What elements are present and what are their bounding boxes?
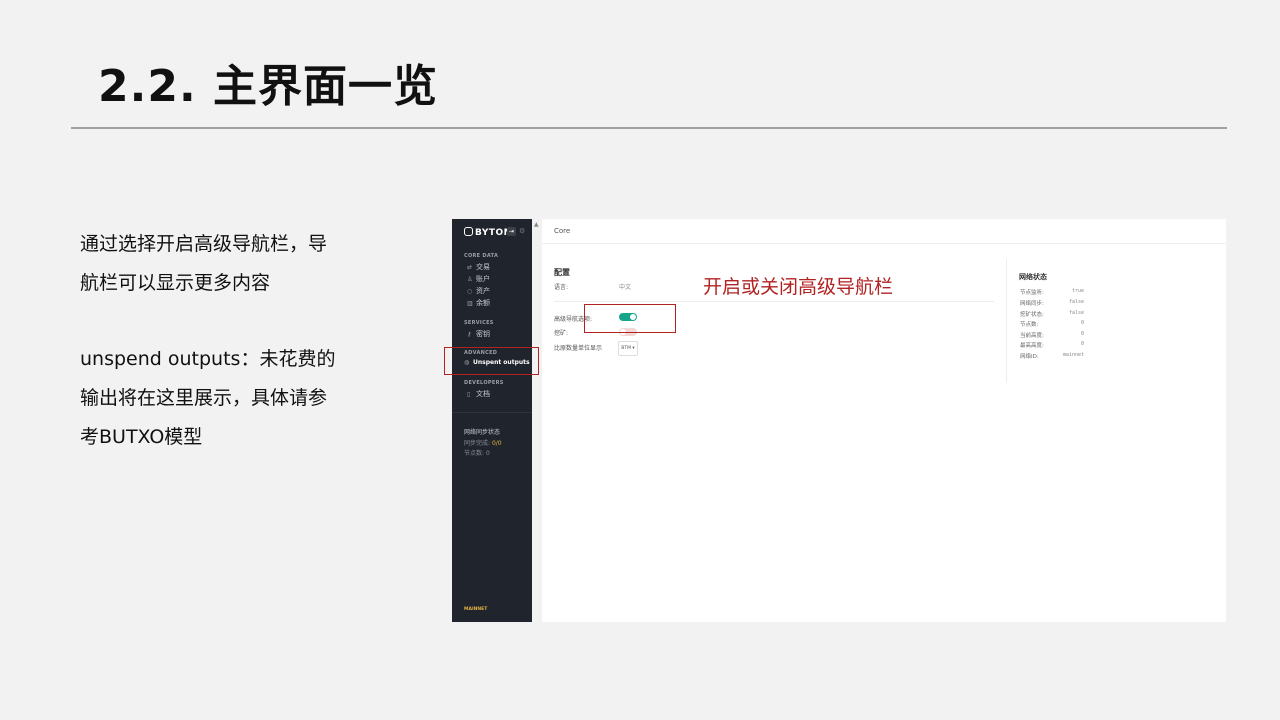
sidebar-item-balance[interactable]: ▥ 余额: [467, 298, 490, 308]
row-key: 节点监听:: [1020, 290, 1044, 296]
sidebar-scrollbar[interactable]: ▲: [532, 219, 542, 622]
unit-select[interactable]: BTM ▾: [618, 341, 638, 356]
language-label: 语言:: [554, 284, 569, 291]
network-status-row: 挖矿状态: false: [1020, 310, 1084, 320]
network-status-row: 最高高度: 0: [1020, 341, 1084, 351]
row-key: 网络ID:: [1020, 354, 1039, 360]
highlight-unspent-outputs: [444, 347, 539, 375]
row-key: 最高高度:: [1020, 343, 1044, 349]
sidebar-item-label: 余额: [476, 299, 490, 307]
scroll-up-icon[interactable]: ▲: [534, 221, 539, 228]
sidebar: BYTOM ⇥ ⚙ CORE DATA ⇄ 交易 ♙ 账户 ○ 资产 ▥ 余额 SERV…: [452, 219, 532, 622]
sidebar-item-label: 密钥: [476, 330, 490, 338]
network-status-row: 当前高度: 0: [1020, 331, 1084, 341]
description-unspent-outputs: unspend outputs：未花费的 输出将在这里展示，具体请参 考BUTX…: [80, 340, 400, 457]
sidebar-item-label: 账户: [476, 275, 490, 283]
circle-icon: ○: [467, 288, 473, 295]
sidebar-item-label: 文档: [476, 390, 490, 398]
collapse-icon[interactable]: ⇥: [507, 227, 516, 236]
sync-peers-label: 节点数:: [464, 450, 485, 457]
network-status-row: 网络ID: mainnet: [1020, 352, 1084, 362]
description-line: 输出将在这里展示，具体请参: [80, 387, 328, 409]
description-line: 考BUTXO模型: [80, 426, 203, 448]
sidebar-divider: [452, 412, 532, 413]
description-line: 航栏可以显示更多内容: [80, 272, 271, 294]
config-divider: [554, 301, 994, 302]
row-value: 0: [1080, 320, 1084, 326]
language-value[interactable]: 中文: [619, 282, 631, 291]
network-status-row: 节点数: 0: [1020, 320, 1084, 330]
sidebar-item-label: 资产: [476, 287, 490, 295]
section-services: SERVICES: [464, 320, 494, 326]
row-key: 节点数:: [1020, 322, 1039, 328]
chart-icon: ▥: [467, 300, 473, 307]
sidebar-item-label: 交易: [476, 263, 490, 271]
annotation-label: 开启或关闭高级导航栏: [703, 276, 894, 298]
sidebar-item-account[interactable]: ♙ 账户: [467, 274, 490, 284]
panel-divider: [1006, 259, 1007, 383]
sidebar-item-trade[interactable]: ⇄ 交易: [467, 262, 490, 272]
sidebar-item-asset[interactable]: ○ 资产: [467, 286, 490, 296]
row-value: true: [1071, 288, 1084, 294]
row-value: mainnet: [1062, 352, 1084, 358]
unit-display-label: 比原数量单位显示: [554, 345, 603, 352]
network-badge: MAINNET: [464, 607, 488, 612]
sync-peers-value: 0: [485, 450, 490, 457]
row-key: 挖矿状态:: [1020, 312, 1044, 318]
description-advanced-nav: 通过选择开启高级导航栏，导 航栏可以显示更多内容: [80, 225, 400, 303]
slide-title: 2.2. 主界面一览: [98, 61, 438, 112]
logo: BYTOM: [464, 227, 513, 238]
row-key: 网络同步:: [1020, 301, 1044, 307]
key-icon: ⚷: [467, 331, 472, 338]
mining-label: 挖矿:: [554, 330, 569, 337]
title-divider: [71, 127, 1227, 129]
sync-status-title: 网络同步状态: [464, 429, 501, 436]
row-value: false: [1068, 310, 1084, 316]
network-status-title: 网络状态: [1019, 273, 1047, 281]
sidebar-item-docs[interactable]: ▯ 文档: [467, 389, 490, 399]
document-icon: ▯: [467, 391, 471, 398]
sync-done-label: 同步完成:: [464, 440, 491, 447]
config-title: 配置: [554, 268, 570, 277]
row-value: false: [1068, 299, 1084, 305]
sync-done-value: 0/0: [491, 440, 502, 447]
highlight-advanced-nav: [584, 304, 676, 333]
page-header: Core: [554, 227, 571, 235]
row-key: 当前高度:: [1020, 333, 1044, 339]
transfer-icon: ⇄: [467, 264, 473, 271]
bytom-logo-icon: [464, 227, 473, 236]
header-divider: [542, 243, 1226, 244]
row-value: 0: [1080, 331, 1084, 337]
user-icon: ♙: [467, 276, 473, 283]
network-status-row: 节点监听: true: [1020, 288, 1084, 298]
network-status-row: 网络同步: false: [1020, 299, 1084, 309]
sync-peers: 节点数: 0: [464, 448, 490, 457]
settings-icon[interactable]: ⚙: [519, 227, 525, 235]
section-core-data: CORE DATA: [464, 253, 499, 259]
section-developers: DEVELOPERS: [464, 380, 504, 386]
sync-done: 同步完成: 0/0: [464, 438, 502, 447]
description-line: unspend outputs：未花费的: [80, 348, 336, 370]
row-value: 0: [1080, 341, 1084, 347]
sidebar-item-keys[interactable]: ⚷ 密钥: [467, 329, 490, 339]
description-line: 通过选择开启高级导航栏，导: [80, 233, 328, 255]
